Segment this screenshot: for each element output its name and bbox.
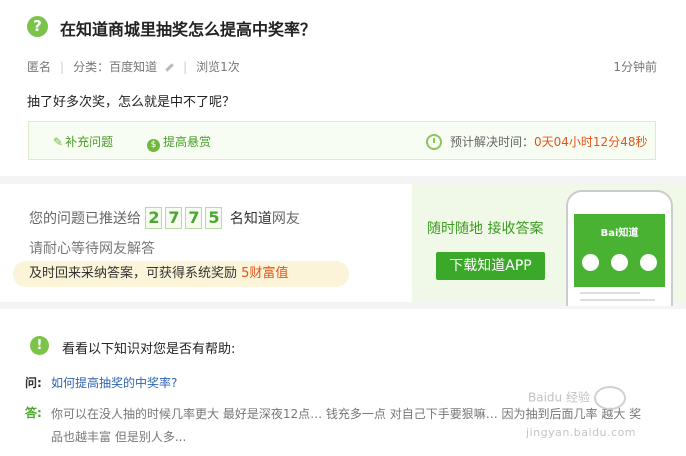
watermark-text: Baidu 经验 bbox=[528, 390, 590, 405]
push-suffix: 网友 bbox=[271, 211, 300, 227]
push-digit: 5 bbox=[205, 207, 223, 229]
push-digit: 7 bbox=[165, 207, 183, 229]
question-title: 在知道商城里抽奖怎么提高中奖率？ bbox=[60, 20, 317, 39]
push-suffix-strong: 名知道 bbox=[229, 211, 272, 227]
related-question-link[interactable]: 如何提高抽奖的中奖率? bbox=[51, 374, 177, 391]
raise-reward-button[interactable]: $ 提高悬赏 bbox=[147, 133, 211, 152]
estimate-countdown: 0天04小时12分48秒 bbox=[534, 135, 648, 149]
related-a-label: 答: bbox=[25, 406, 42, 420]
reward-text: 及时回来采纳答案，可获得系统奖励 bbox=[29, 266, 238, 281]
download-app-button[interactable]: 下载知道APP bbox=[436, 252, 545, 280]
view-count: 浏览1次 bbox=[196, 60, 240, 74]
clock-icon bbox=[426, 134, 442, 150]
estimate-label: 预计解决时间： bbox=[450, 135, 535, 149]
action-bar: ✎ 补充问题 $ 提高悬赏 预计解决时间：0天04小时12分48秒 bbox=[28, 121, 656, 160]
coin-icon: $ bbox=[147, 139, 160, 152]
push-digit: 7 bbox=[185, 207, 203, 229]
baidu-jingyan-watermark: Baidu 经验 bbox=[528, 386, 626, 410]
phone-screen: Bai知道 bbox=[574, 214, 665, 306]
question-body: 抽了好多次奖，怎么就是中不了呢？ bbox=[27, 95, 236, 110]
category-link[interactable]: 分类：百度知道 bbox=[73, 60, 157, 74]
related-q-label: 问: bbox=[25, 376, 42, 390]
supplement-label: 补充问题 bbox=[65, 135, 114, 149]
wait-message: 请耐心等待网友解答 bbox=[29, 241, 155, 257]
author-label: 匿名 bbox=[27, 60, 52, 74]
watermark-url: jingyan.baidu.com bbox=[526, 426, 637, 439]
push-digit: 2 bbox=[145, 207, 163, 229]
supplement-question-button[interactable]: ✎ 补充问题 bbox=[53, 133, 113, 150]
reward-label: 提高悬赏 bbox=[163, 135, 212, 149]
app-logo-text: Bai知道 bbox=[600, 228, 639, 239]
edit-pencil-icon[interactable] bbox=[165, 63, 174, 72]
reward-banner: 及时回来采纳答案，可获得系统奖励 5财富值 bbox=[13, 261, 349, 287]
app-slogan: 随时随地 接收答案 bbox=[427, 221, 544, 237]
app-list-preview bbox=[574, 287, 665, 306]
push-prefix: 您的问题已推送给 bbox=[29, 211, 141, 227]
question-meta: 匿名 | 分类：百度知道 | 浏览1次 bbox=[27, 60, 240, 74]
app-search-icon bbox=[582, 254, 599, 271]
related-title: 看看以下知识对您是否有帮助: bbox=[62, 342, 236, 357]
reward-amount: 5财富值 bbox=[241, 266, 289, 281]
app-answer-icon bbox=[611, 254, 628, 271]
paw-logo-icon bbox=[593, 386, 626, 410]
post-time: 1分钟前 bbox=[613, 60, 657, 74]
estimated-time: 预计解决时间：0天04小时12分48秒 bbox=[450, 133, 647, 150]
pencil-icon: ✎ bbox=[53, 135, 64, 149]
app-camera-icon bbox=[640, 254, 657, 271]
push-count-line: 您的问题已推送给 2775 名知道网友 bbox=[29, 207, 300, 229]
exclamation-icon: ! bbox=[30, 336, 49, 355]
question-icon: ? bbox=[27, 16, 48, 37]
phone-mockup-image: Bai知道 bbox=[566, 190, 673, 306]
